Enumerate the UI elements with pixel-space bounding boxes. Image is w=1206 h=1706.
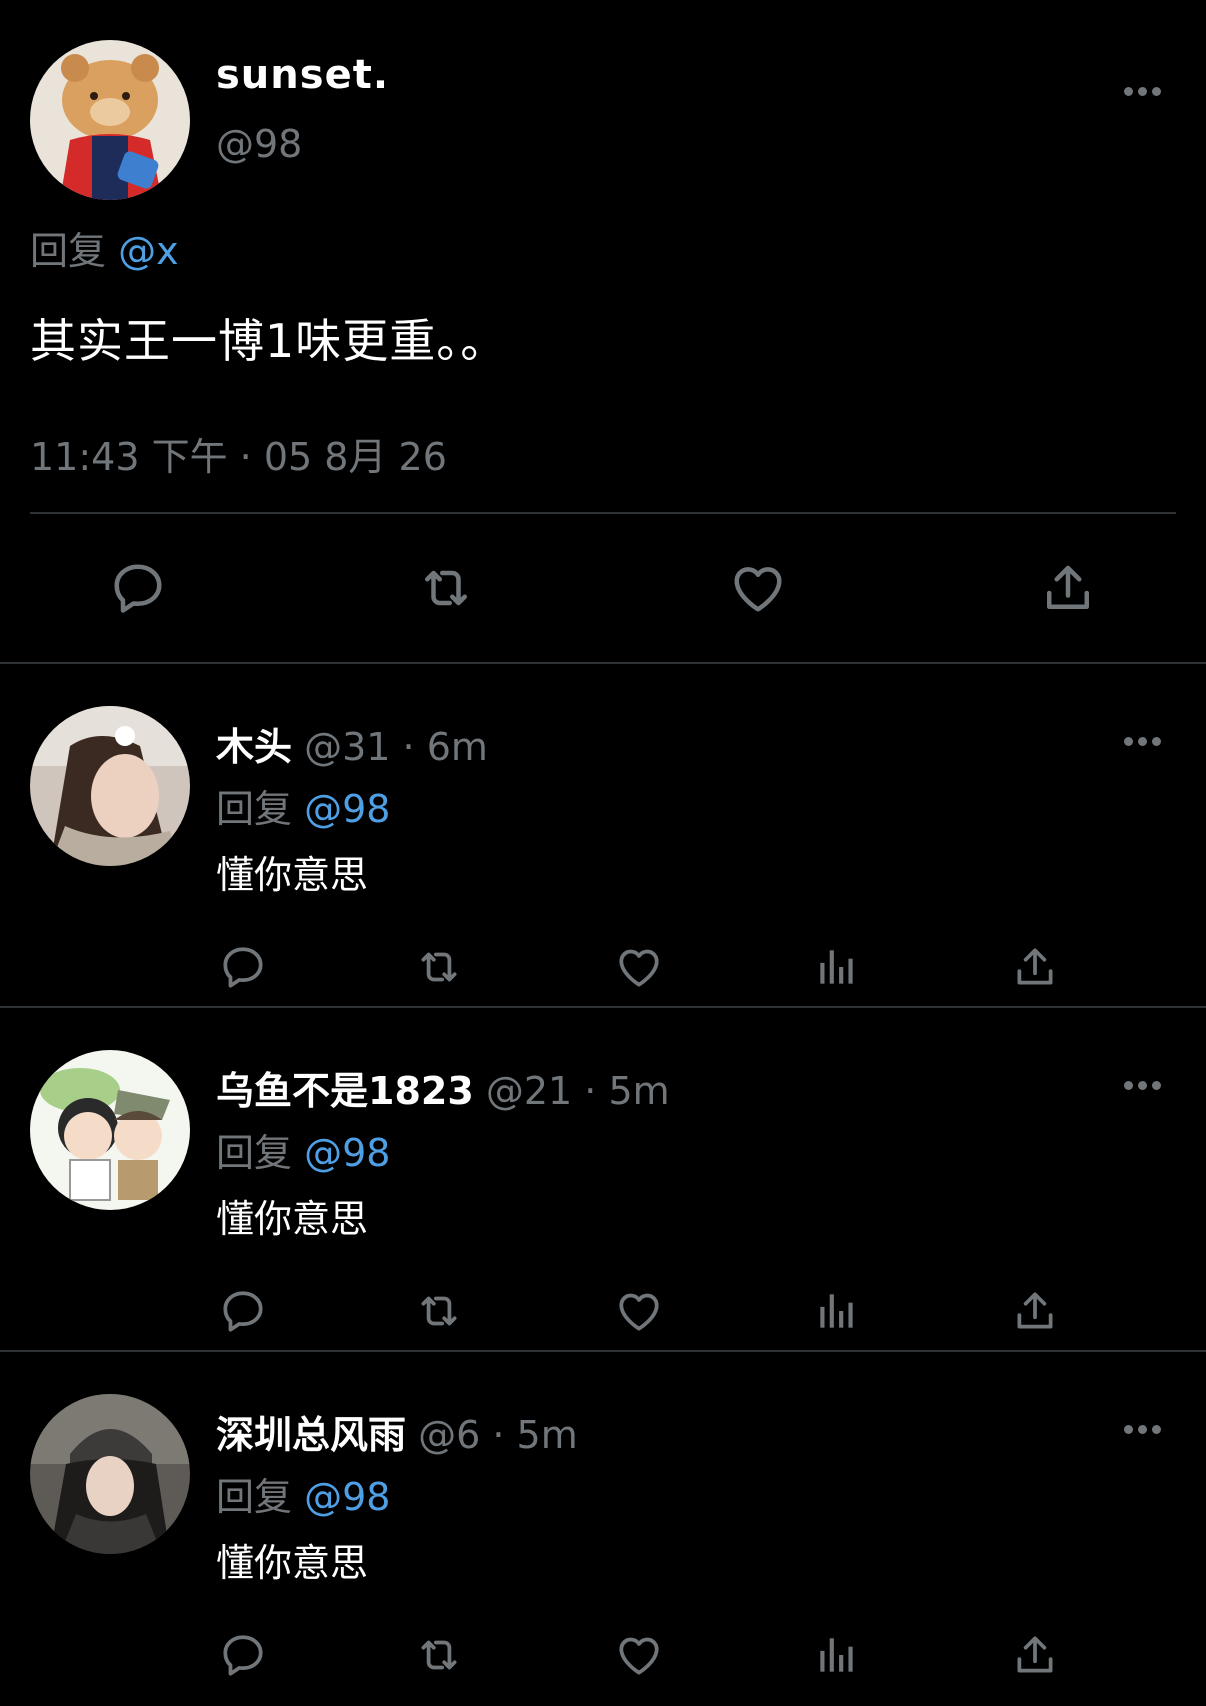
more-options-icon[interactable] <box>1124 1425 1162 1435</box>
share-icon[interactable] <box>1010 942 1060 992</box>
replying-to: 回复 @98 <box>216 1122 390 1177</box>
main-tweet: sunset. @98 回复 @x 其实王一博1味更重。。 11:43 下午 ·… <box>0 0 1206 664</box>
handle-and-time: @6 · 5m <box>418 1413 578 1457</box>
views-icon[interactable] <box>812 1286 862 1336</box>
mention-link[interactable]: @98 <box>304 1475 390 1519</box>
mention-link[interactable]: @98 <box>304 787 390 831</box>
replying-to: 回复 @98 <box>216 1466 390 1521</box>
share-icon[interactable] <box>1038 558 1098 618</box>
replying-label: 回复 <box>216 1131 293 1175</box>
reply-header: 乌鱼不是1823 @21 · 5m <box>216 1060 670 1115</box>
more-options-icon[interactable] <box>1124 737 1162 747</box>
reply-icon[interactable] <box>218 942 268 992</box>
user-handle[interactable]: @98 <box>216 122 302 166</box>
retweet-icon[interactable] <box>414 1630 464 1680</box>
more-options-icon[interactable] <box>1124 1081 1162 1091</box>
reply-text: 懂你意思 <box>216 1541 369 1585</box>
avatar[interactable] <box>30 40 190 200</box>
reply-icon[interactable] <box>108 558 168 618</box>
handle-and-time: @31 · 6m <box>304 725 488 769</box>
avatar[interactable] <box>30 1394 190 1554</box>
more-options-icon[interactable] <box>1124 87 1162 97</box>
reply-text: 懂你意思 <box>216 1197 369 1241</box>
avatar[interactable] <box>30 706 190 866</box>
like-icon[interactable] <box>614 1630 664 1680</box>
like-icon[interactable] <box>614 942 664 992</box>
display-name[interactable]: 木头 <box>216 725 292 769</box>
avatar[interactable] <box>30 1050 190 1210</box>
display-name[interactable]: sunset. <box>216 52 389 98</box>
replying-label: 回复 <box>216 1475 293 1519</box>
replying-to: 回复 @x <box>30 220 179 275</box>
reply-header: 木头 @31 · 6m <box>216 716 488 771</box>
handle-and-time: @21 · 5m <box>485 1069 670 1113</box>
share-icon[interactable] <box>1010 1630 1060 1680</box>
reply-icon[interactable] <box>218 1630 268 1680</box>
display-name[interactable]: 乌鱼不是1823 <box>216 1069 474 1113</box>
reply-header: 深圳总风雨 @6 · 5m <box>216 1404 578 1459</box>
views-icon[interactable] <box>812 1630 862 1680</box>
replying-to: 回复 @98 <box>216 778 390 833</box>
reply-text: 懂你意思 <box>216 853 369 897</box>
views-icon[interactable] <box>812 942 862 992</box>
share-icon[interactable] <box>1010 1286 1060 1336</box>
mention-link[interactable]: @x <box>118 229 179 273</box>
mention-link[interactable]: @98 <box>304 1131 390 1175</box>
like-icon[interactable] <box>728 558 788 618</box>
display-name[interactable]: 深圳总风雨 <box>216 1413 406 1457</box>
reply-tweet[interactable]: 深圳总风雨 @6 · 5m 回复 @98 懂你意思 <box>0 1352 1206 1694</box>
tweet-text: 其实王一博1味更重。。 <box>30 314 508 368</box>
replying-label: 回复 <box>216 787 293 831</box>
like-icon[interactable] <box>614 1286 664 1336</box>
reply-tweet[interactable]: 乌鱼不是1823 @21 · 5m 回复 @98 懂你意思 <box>0 1008 1206 1352</box>
retweet-icon[interactable] <box>414 1286 464 1336</box>
retweet-icon[interactable] <box>414 942 464 992</box>
tweet-timestamp: 11:43 下午 · 05 8月 26 <box>30 435 447 479</box>
divider <box>30 512 1176 514</box>
reply-tweet[interactable]: 木头 @31 · 6m 回复 @98 懂你意思 <box>0 664 1206 1008</box>
replying-label: 回复 <box>30 229 107 273</box>
retweet-icon[interactable] <box>416 558 476 618</box>
reply-icon[interactable] <box>218 1286 268 1336</box>
